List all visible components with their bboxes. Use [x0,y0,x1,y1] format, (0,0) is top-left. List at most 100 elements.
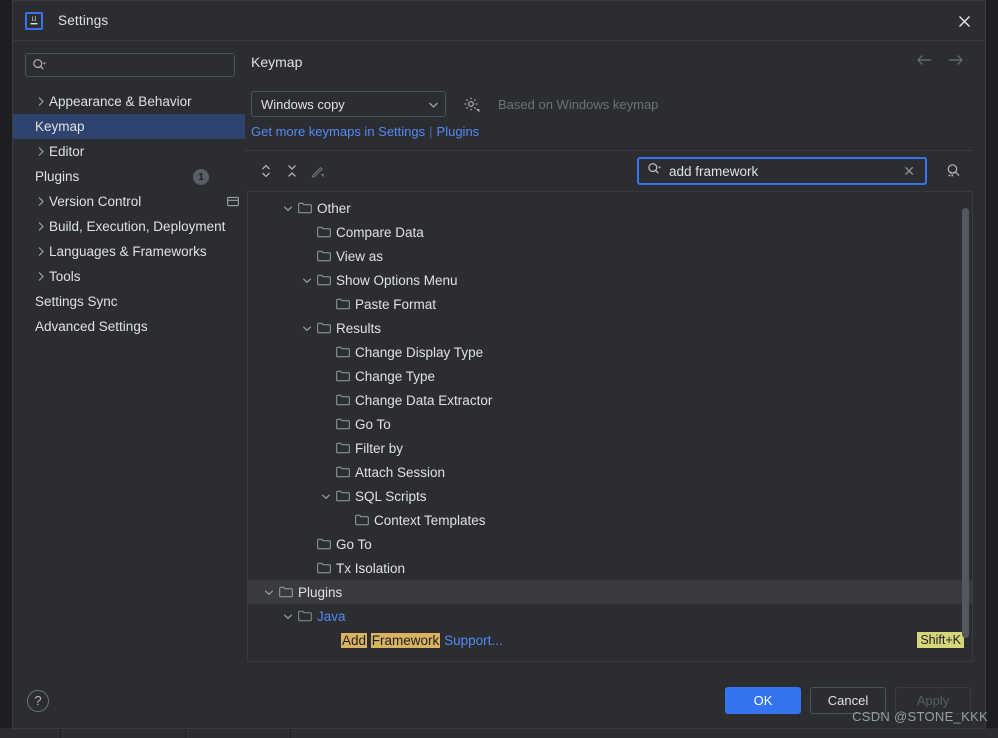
keymap-selector-row: Windows copy Based on Windows keymap [251,91,973,117]
keymap-tree: Other Compare Data View as Show Options Men… [247,191,973,662]
sidebar-item-badge: 1 [193,168,209,185]
chevron-right-icon[interactable] [37,89,45,114]
tree-row[interactable]: Java [248,604,972,628]
chevron-down-icon[interactable] [300,277,314,284]
tree-row[interactable]: Other [248,196,972,220]
tree-row[interactable]: Go To [248,532,972,556]
get-more-keymaps-link[interactable]: Get more keymaps in Settings [251,124,425,139]
keymap-search-field[interactable]: add framework ✕ [637,157,927,185]
sidebar-item-version-control[interactable]: Version Control [13,189,245,214]
tree-row[interactable]: SQL Scripts [248,484,972,508]
arrow-left-icon[interactable] [915,51,933,69]
tree-row[interactable]: Results [248,316,972,340]
edit-pencil-icon[interactable] [307,160,329,182]
chevron-down-icon[interactable] [281,205,295,212]
search-icon [32,58,46,72]
dialog-title: Settings [58,13,109,28]
collapse-all-icon[interactable] [281,160,303,182]
sidebar-item-tools[interactable]: Tools [13,264,245,289]
folder-icon [333,442,353,454]
folder-icon [333,370,353,382]
sidebar-item-editor[interactable]: Editor [13,139,245,164]
folder-icon [314,274,334,286]
arrow-right-icon[interactable] [947,51,965,69]
sidebar-item-label: Keymap [35,119,85,134]
tree-row[interactable]: Attach Session [248,460,972,484]
sidebar-item-settings-sync[interactable]: Settings Sync [13,289,245,314]
sidebar-item-build-execution-deployment[interactable]: Build, Execution, Deployment [13,214,245,239]
tree-row[interactable]: Plugins [248,580,972,604]
tree-row-label: Context Templates [374,512,486,528]
sidebar-item-appearance-behavior[interactable]: Appearance & Behavior [13,89,245,114]
tree-row-label: Go To [336,536,372,552]
tree-row[interactable]: Show Options Menu [248,268,972,292]
tree-row[interactable]: Filter by [248,436,972,460]
dialog-body: Appearance & Behavior Keymap Editor Plugins… [13,41,985,672]
tree-row-label: Other [317,200,351,216]
folder-icon [333,298,353,310]
folder-icon [333,466,353,478]
expand-all-icon[interactable] [255,160,277,182]
tree-row[interactable]: Paste Format [248,292,972,316]
plugins-link[interactable]: Plugins [437,124,480,139]
close-icon[interactable] [953,10,975,32]
sidebar-item-label: Tools [49,269,81,284]
chevron-right-icon[interactable] [37,189,45,214]
sidebar-item-languages-frameworks[interactable]: Languages & Frameworks [13,239,245,264]
chevron-down-icon[interactable] [319,493,333,500]
tree-row[interactable]: Compare Data [248,220,972,244]
chevron-right-icon[interactable] [37,239,45,264]
based-on-label: Based on Windows keymap [498,96,659,112]
tree-row-label: Go To [355,416,391,432]
tree-row[interactable]: Add Framework Support... Shift+K [248,628,972,652]
tree-row-label: Add Framework Support... [341,632,503,648]
tree-row[interactable]: Context Templates [248,508,972,532]
tree-row[interactable]: View as [248,244,972,268]
tree-row[interactable]: Change Display Type [248,340,972,364]
sidebar-item-label: Version Control [49,194,142,209]
folder-icon [314,562,334,574]
tree-row-label: Plugins [298,584,343,600]
tree-row-label: Change Type [355,368,436,384]
help-button[interactable]: ? [27,689,49,712]
gear-icon[interactable] [461,94,481,114]
keymap-select-value: Windows copy [261,96,345,112]
chevron-right-icon[interactable] [37,214,45,239]
folder-icon [314,250,334,262]
tree-row[interactable]: Change Data Extractor [248,388,972,412]
chevron-right-icon[interactable] [37,139,45,164]
tree-row-text: Support... [440,632,503,648]
page-title: Keymap [251,54,303,70]
svg-text:IJ: IJ [32,17,37,23]
tree-row-label: Paste Format [355,296,437,312]
tree-row[interactable]: Go To [248,412,972,436]
chevron-down-icon[interactable] [262,589,276,596]
sidebar-item-keymap[interactable]: Keymap [13,114,245,139]
tree-row[interactable]: Tx Isolation [248,556,972,580]
folder-icon [333,394,353,406]
main-panel: Keymap Windows copy Based on Windows key… [245,41,985,672]
sidebar-item-label: Advanced Settings [35,319,148,334]
sidebar-item-plugins[interactable]: Plugins 1 [13,164,245,189]
sidebar-item-advanced-settings[interactable]: Advanced Settings [13,314,245,339]
sidebar-item-label: Build, Execution, Deployment [49,219,226,234]
folder-icon [295,610,315,622]
ok-button[interactable]: OK [725,687,801,714]
settings-dialog: IJ Settings Appearance & Behavior Keymap… [12,0,986,729]
find-shortcut-icon[interactable] [941,159,965,183]
chevron-down-icon[interactable] [281,613,295,620]
shortcut-badge: Shift+K [917,632,964,648]
sidebar-search-input[interactable] [25,53,235,77]
chevron-down-icon[interactable] [300,325,314,332]
dialog-footer: ? OK Cancel Apply [13,672,985,728]
keymap-select[interactable]: Windows copy [251,91,446,117]
tree-row[interactable]: Change Type [248,364,972,388]
keymap-links: Get more keymaps in Settings | Plugins [251,124,973,139]
folder-icon [295,202,315,214]
main-header: Keymap [245,41,973,83]
clear-x-icon[interactable]: ✕ [901,163,917,180]
ide-strip-divider [290,728,291,738]
chevron-right-icon[interactable] [37,264,45,289]
tree-scrollbar[interactable] [962,208,969,638]
chevron-down-icon [428,97,439,112]
